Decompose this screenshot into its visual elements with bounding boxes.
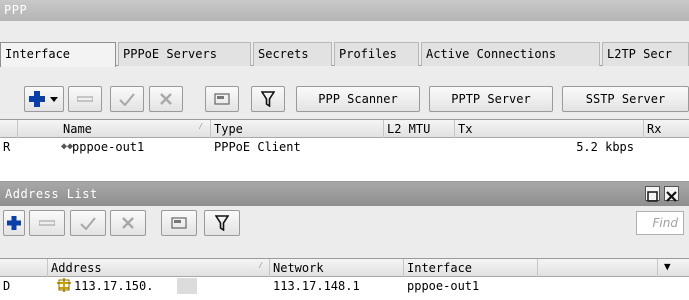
column-rx[interactable]: Rx	[644, 120, 689, 138]
row-flag: R	[3, 140, 11, 154]
enable-button[interactable]	[110, 86, 144, 112]
row-interface: pppoe-out1	[407, 279, 480, 293]
row-name: pppoe-out1	[72, 140, 145, 154]
address-table: Address ⁄ Network Interface ▼ D 113.17.1…	[0, 258, 689, 300]
check-icon	[80, 217, 96, 230]
column-type[interactable]: Type	[211, 120, 384, 138]
row-address: 113.17.150.	[74, 279, 154, 293]
column-menu-chevron-icon[interactable]: ▼	[664, 260, 671, 273]
column-address[interactable]: Address	[48, 259, 270, 277]
row-network: 113.17.148.1	[273, 279, 360, 293]
filter-icon	[261, 91, 275, 107]
address-toolbar: Find	[0, 210, 689, 240]
close-icon	[666, 191, 677, 202]
row-tx: 5.2 kbps	[576, 140, 634, 154]
add-address-button[interactable]	[3, 210, 25, 236]
address-list-title: Address List	[5, 187, 98, 201]
ppp-window-title: PPP	[0, 0, 689, 21]
column-l2-mtu[interactable]: L2 MTU	[384, 120, 455, 138]
column-name[interactable]: Name	[60, 120, 211, 138]
row-type: PPPoE Client	[214, 140, 301, 154]
remove-button[interactable]	[68, 86, 102, 112]
redacted-block	[177, 278, 197, 294]
interface-table-header: Name ⁄ Type L2 MTU Tx Rx	[0, 120, 689, 138]
check-icon	[119, 93, 135, 106]
pptp-server-button[interactable]: PPTP Server	[429, 86, 553, 112]
tab-pppoe-servers[interactable]: PPPoE Servers	[118, 42, 251, 66]
address-list-window: Address List Find Address ⁄ Network Inte…	[0, 181, 689, 300]
ppp-toolbar: PPP Scanner PPTP Server SSTP Server	[0, 86, 689, 116]
filter-button[interactable]	[251, 86, 285, 112]
ppp-window: PPP Interface PPPoE Servers Secrets Prof…	[0, 0, 689, 181]
row-rx	[644, 138, 689, 156]
sstp-server-button[interactable]: SSTP Server	[562, 86, 689, 112]
tab-secrets[interactable]: Secrets	[253, 42, 332, 66]
maximize-icon	[647, 191, 658, 202]
maximize-button[interactable]	[645, 186, 660, 202]
tab-profiles[interactable]: Profiles	[334, 42, 419, 66]
disable-address-button[interactable]	[110, 210, 146, 236]
comment-button[interactable]	[205, 86, 239, 112]
ppp-tab-bar: Interface PPPoE Servers Secrets Profiles…	[0, 42, 689, 67]
address-icon	[56, 277, 74, 295]
remove-address-button[interactable]	[29, 210, 65, 236]
minus-icon	[77, 96, 93, 102]
row-flag: D	[3, 279, 11, 293]
tab-active-connections[interactable]: Active Connections	[421, 42, 600, 66]
plus-icon	[29, 91, 58, 107]
tab-interface[interactable]: Interface	[0, 42, 116, 67]
table-row[interactable]: D 113.17.150. 113.17.148.1 pppoe-out1	[0, 277, 689, 295]
row-l2-mtu	[384, 138, 455, 156]
chevron-down-icon	[50, 97, 58, 102]
cross-icon	[160, 93, 172, 105]
tab-l2tp-secrets[interactable]: L2TP Secr	[602, 42, 689, 66]
interface-table: Name ⁄ Type L2 MTU Tx Rx R ◆◆ pppoe-out1…	[0, 119, 689, 181]
column-network[interactable]: Network	[270, 259, 404, 277]
cross-icon	[122, 217, 134, 229]
ppp-scanner-button[interactable]: PPP Scanner	[296, 86, 420, 112]
plus-icon	[7, 216, 21, 230]
comment-icon	[171, 217, 187, 229]
sort-icon: ⁄	[258, 261, 264, 271]
minus-icon	[39, 220, 55, 226]
enable-address-button[interactable]	[70, 210, 106, 236]
table-row[interactable]: R ◆◆ pppoe-out1 PPPoE Client 5.2 kbps	[0, 138, 689, 156]
filter-address-button[interactable]	[204, 210, 240, 236]
close-button[interactable]	[664, 186, 679, 202]
column-tx[interactable]: Tx	[455, 120, 644, 138]
sort-icon: ⁄	[198, 122, 204, 132]
disable-button[interactable]	[149, 86, 183, 112]
comment-address-button[interactable]	[161, 210, 197, 236]
address-list-titlebar: Address List	[0, 182, 689, 206]
comment-icon	[214, 93, 230, 105]
find-input[interactable]: Find	[636, 211, 684, 235]
filter-icon	[215, 215, 229, 231]
add-menu-button[interactable]	[24, 86, 64, 112]
column-interface[interactable]: Interface	[404, 259, 538, 277]
address-table-header: Address ⁄ Network Interface ▼	[0, 259, 689, 277]
